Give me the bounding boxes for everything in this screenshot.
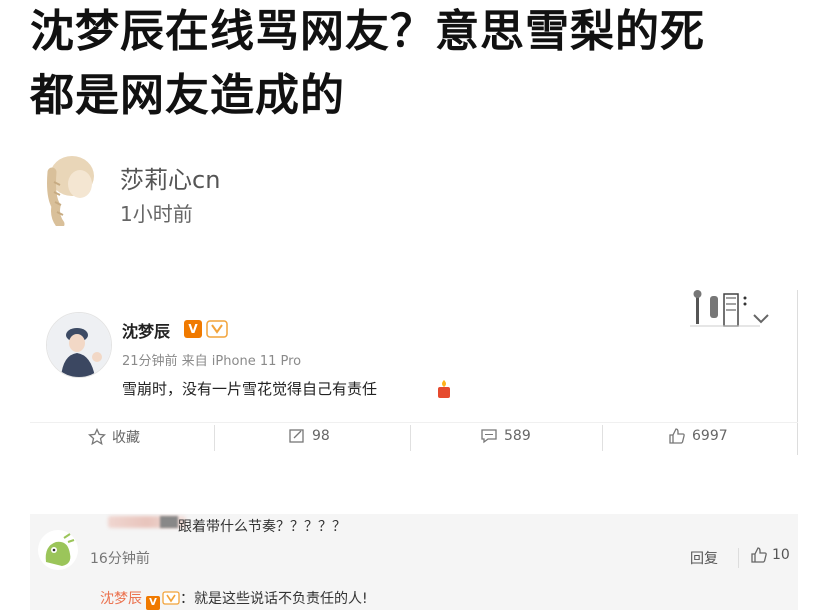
comment-count: 589 bbox=[504, 428, 531, 444]
author-time: 1小时前 bbox=[120, 202, 193, 226]
vip-level-icon bbox=[162, 591, 180, 605]
sub-reply: 沈梦辰 V ：就是这些说话不负责任的人! bbox=[100, 588, 790, 610]
comment-time: 16分钟前 bbox=[90, 551, 150, 567]
headline-line-2: 都是网友造成的 bbox=[30, 70, 345, 121]
favorite-label: 收藏 bbox=[112, 430, 140, 446]
verified-badge: V bbox=[146, 596, 160, 610]
like-count: 6997 bbox=[692, 428, 728, 444]
comment-item: 跟着带什么节奏？？？？？ 16分钟前 回复 10 沈梦辰 V ：就是这些说话不负责任… bbox=[30, 514, 798, 610]
sub-reply-content: ：就是这些说话不负责任的人! bbox=[180, 591, 368, 607]
post-action-bar: 收藏 98 589 6997 bbox=[30, 422, 798, 453]
comment-action-separator bbox=[738, 548, 739, 568]
post-avatar[interactable] bbox=[46, 312, 112, 378]
star-icon bbox=[88, 428, 106, 446]
like-button[interactable]: 6997 bbox=[668, 427, 728, 445]
verified-badge: V bbox=[184, 320, 202, 338]
action-separator bbox=[602, 425, 603, 451]
sub-reply-username[interactable]: 沈梦辰 bbox=[100, 591, 142, 607]
blurred-username-part bbox=[160, 516, 178, 528]
comment-like-count: 10 bbox=[772, 547, 790, 563]
repost-button[interactable]: 98 bbox=[288, 427, 330, 445]
action-separator bbox=[410, 425, 411, 451]
favorite-button[interactable]: 收藏 bbox=[88, 427, 140, 447]
vip-level-icon bbox=[206, 320, 228, 338]
reply-button[interactable]: 回复 bbox=[690, 548, 718, 568]
comment-content: 跟着带什么节奏？？？？？ bbox=[178, 519, 346, 535]
post-meta: 21分钟前 来自 iPhone 11 Pro bbox=[122, 354, 302, 369]
comment-icon bbox=[481, 429, 497, 444]
post-username[interactable]: 沈梦辰 bbox=[122, 318, 170, 342]
thumbs-up-icon bbox=[751, 547, 767, 563]
weibo-post-card: 沈梦辰 V 21分钟前 来自 iPhone 11 Pro 雪崩时，没有一片雪花觉… bbox=[30, 290, 798, 460]
candle-emoji-icon bbox=[436, 380, 452, 398]
author-name[interactable]: 莎莉心cn bbox=[120, 160, 220, 195]
author-avatar[interactable] bbox=[36, 152, 102, 229]
comment-like-button[interactable]: 10 bbox=[750, 546, 790, 564]
comment-button[interactable]: 589 bbox=[480, 427, 531, 445]
chevron-down-icon[interactable] bbox=[752, 310, 770, 324]
repost-count: 98 bbox=[312, 428, 330, 444]
thumbs-up-icon bbox=[669, 428, 685, 444]
commenter-avatar[interactable] bbox=[36, 528, 80, 572]
action-separator bbox=[214, 425, 215, 451]
headline-line-1: 沈梦辰在线骂网友？意思雪梨的死 bbox=[30, 6, 705, 57]
repost-icon bbox=[289, 429, 304, 443]
post-content: 雪崩时，没有一片雪花觉得自己有责任 bbox=[122, 380, 378, 398]
article-headline: 沈梦辰在线骂网友？意思雪梨的死 都是网友造成的 bbox=[30, 0, 820, 128]
